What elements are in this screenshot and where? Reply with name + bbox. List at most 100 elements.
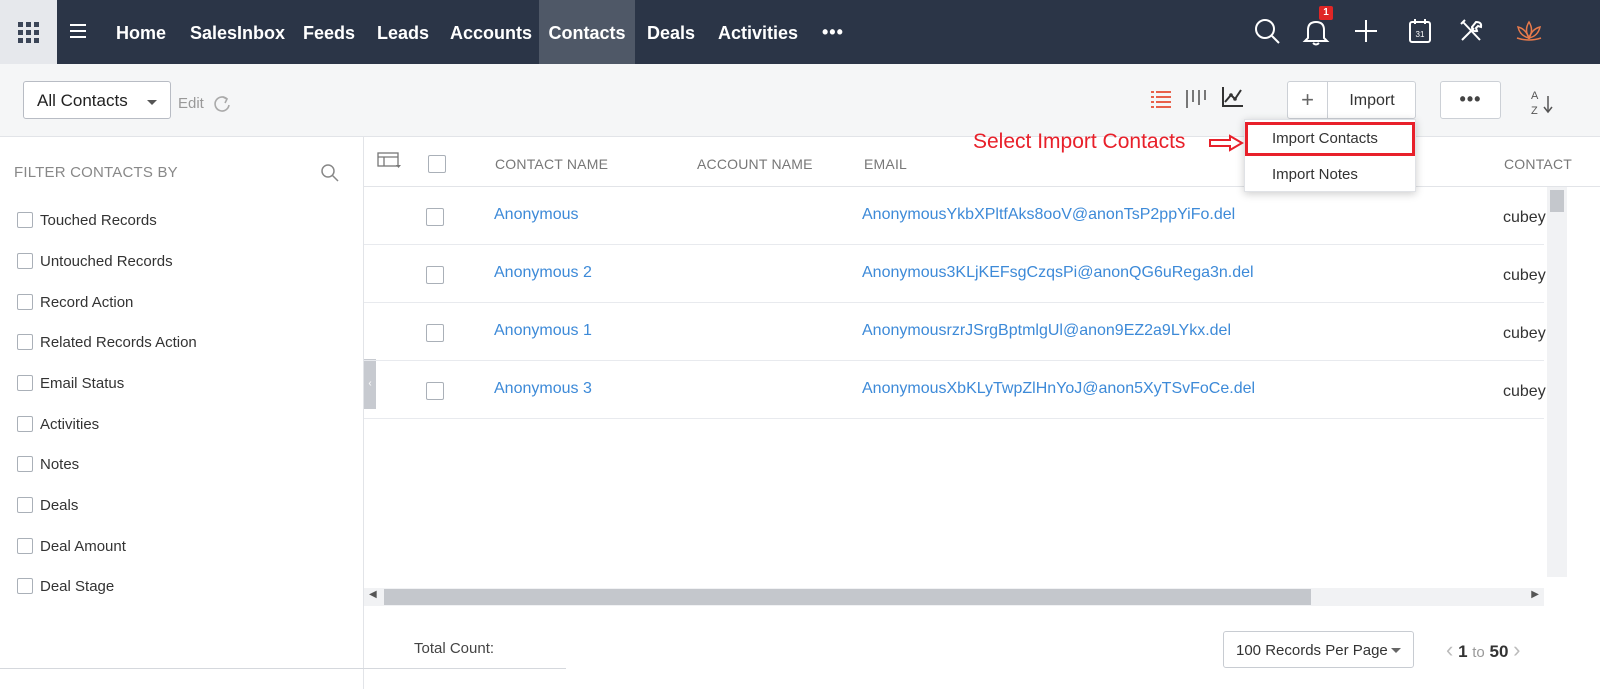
sort-az-icon[interactable]: A Z	[1528, 87, 1556, 117]
nav-tab-deals[interactable]: Deals	[635, 0, 707, 64]
filter-label: Deal Amount	[40, 537, 126, 555]
import-button[interactable]: Import	[1329, 82, 1415, 118]
edit-view-link[interactable]: Edit	[178, 95, 204, 112]
row-checkbox[interactable]	[426, 324, 444, 342]
contact-name-link[interactable]: Anonymous 1	[494, 322, 592, 340]
import-notes-menu-item[interactable]: Import Notes	[1245, 158, 1415, 192]
filter-deals[interactable]: Deals	[17, 494, 78, 516]
create-contact-button[interactable]: +	[1288, 82, 1328, 118]
contact-owner-cell: cubey	[1503, 325, 1546, 342]
filter-record-action[interactable]: Record Action	[17, 291, 133, 313]
filter-notes[interactable]: Notes	[17, 453, 79, 475]
contact-owner-cell: cubey	[1503, 209, 1546, 226]
nav-tab-salesinbox[interactable]: SalesInbox	[178, 0, 297, 64]
tools-icon[interactable]	[1454, 14, 1488, 48]
table-row: Anonymous AnonymousYkbXPltfAks8ooV@anonT…	[364, 187, 1546, 245]
records-per-page-label: 100 Records Per Page	[1236, 642, 1388, 659]
filter-checkbox[interactable]	[17, 578, 33, 594]
vertical-scrollbar[interactable]	[1547, 187, 1567, 577]
lotus-logo-icon[interactable]	[1512, 14, 1546, 48]
contact-owner-cell: cubey	[1503, 383, 1546, 400]
search-icon[interactable]	[320, 163, 340, 183]
apps-grid-icon[interactable]	[0, 0, 57, 64]
top-navigation-bar: Home SalesInbox Feeds Leads Accounts Con…	[0, 0, 1600, 64]
list-view-icon[interactable]	[1148, 86, 1174, 112]
row-checkbox[interactable]	[426, 208, 444, 226]
contact-name-link[interactable]: Anonymous 3	[494, 380, 592, 398]
horizontal-scrollbar[interactable]: ◀ ▶	[364, 588, 1544, 606]
contact-owner-cell: cubey	[1503, 267, 1546, 284]
email-link[interactable]: Anonymous3KLjKEFsgCzqsPi@anonQG6uRega3n.…	[862, 264, 1254, 282]
filter-label: Activities	[40, 415, 100, 433]
filter-touched-records[interactable]: Touched Records	[17, 209, 157, 231]
total-count-label: Total Count:	[414, 640, 495, 657]
filter-deal-amount[interactable]: Deal Amount	[17, 535, 126, 557]
nav-tab-home[interactable]: Home	[104, 0, 178, 64]
nav-tab-accounts[interactable]: Accounts	[438, 0, 544, 64]
contact-name-link[interactable]: Anonymous	[494, 206, 579, 224]
filter-checkbox[interactable]	[17, 497, 33, 513]
page-end: 50	[1489, 642, 1509, 661]
next-page-icon[interactable]: ›	[1513, 637, 1520, 662]
contacts-table: CONTACT NAME ACCOUNT NAME EMAIL CONTACT …	[364, 137, 1600, 589]
more-actions-button[interactable]: •••	[1440, 81, 1501, 119]
column-header-contact-name[interactable]: CONTACT NAME	[495, 156, 608, 172]
filter-checkbox[interactable]	[17, 334, 33, 350]
scrollbar-thumb[interactable]	[1550, 190, 1564, 212]
calendar-icon[interactable]: 31	[1403, 14, 1437, 48]
nav-more-button[interactable]: •••	[822, 22, 844, 43]
nav-tab-contacts[interactable]: Contacts	[539, 0, 635, 64]
table-row: Anonymous 1 AnonymousrzrJSrgBptmlgUl@ano…	[364, 303, 1546, 361]
filter-checkbox[interactable]	[17, 294, 33, 310]
row-checkbox[interactable]	[426, 266, 444, 284]
column-header-contact[interactable]: CONTACT	[1504, 156, 1572, 172]
tutorial-annotation: Select Import Contacts	[973, 130, 1186, 153]
filter-checkbox[interactable]	[17, 538, 33, 554]
plus-icon[interactable]	[1349, 14, 1383, 48]
email-link[interactable]: AnonymousXbKLyTwpZlHnYoJ@anon5XyTSvFoCe.…	[862, 380, 1255, 398]
import-contacts-menu-item[interactable]: Import Contacts	[1245, 122, 1415, 156]
chevron-down-icon	[1391, 648, 1401, 653]
select-all-checkbox[interactable]	[428, 155, 446, 173]
filter-checkbox[interactable]	[17, 375, 33, 391]
filter-label: Notes	[40, 455, 80, 473]
filter-heading: FILTER CONTACTS BY	[14, 164, 178, 181]
table-row: Anonymous 2 Anonymous3KLjKEFsgCzqsPi@ano…	[364, 245, 1546, 303]
filter-label: Record Action	[40, 293, 134, 311]
previous-page-icon[interactable]: ‹	[1446, 637, 1453, 662]
scroll-right-icon[interactable]: ▶	[1531, 589, 1539, 600]
view-selector-dropdown[interactable]: All Contacts	[23, 81, 171, 119]
filter-checkbox[interactable]	[17, 456, 33, 472]
scroll-left-icon[interactable]: ◀	[369, 589, 377, 600]
chart-view-icon[interactable]	[1219, 84, 1245, 110]
table-row: Anonymous 3 AnonymousXbKLyTwpZlHnYoJ@ano…	[364, 361, 1546, 419]
column-header-email[interactable]: EMAIL	[864, 156, 907, 172]
nav-tab-leads[interactable]: Leads	[365, 0, 441, 64]
scrollbar-thumb[interactable]	[384, 589, 1311, 605]
table-footer: Total Count: 100 Records Per Page ‹ 1 to…	[364, 606, 1600, 689]
filter-deal-stage[interactable]: Deal Stage	[17, 575, 114, 597]
email-link[interactable]: AnonymousrzrJSrgBptmlgUl@anon9EZ2a9LYkx.…	[862, 322, 1231, 340]
records-per-page-dropdown[interactable]: 100 Records Per Page	[1223, 631, 1414, 668]
kanban-view-icon[interactable]	[1182, 86, 1208, 112]
hamburger-icon[interactable]	[70, 24, 86, 38]
contact-name-link[interactable]: Anonymous 2	[494, 264, 592, 282]
calendar-day-number: 31	[1416, 30, 1425, 39]
column-settings-icon[interactable]	[377, 151, 403, 171]
filter-email-status[interactable]: Email Status	[17, 372, 124, 394]
filter-related-records-action[interactable]: Related Records Action	[17, 331, 197, 353]
row-checkbox[interactable]	[426, 382, 444, 400]
nav-tab-activities[interactable]: Activities	[706, 0, 810, 64]
email-link[interactable]: AnonymousYkbXPltfAks8ooV@anonTsP2ppYiFo.…	[862, 206, 1235, 224]
search-icon[interactable]	[1250, 14, 1284, 48]
filter-label: Untouched Records	[40, 252, 173, 270]
page-start: 1	[1458, 642, 1468, 661]
filter-untouched-records[interactable]: Untouched Records	[17, 250, 173, 272]
column-header-account-name[interactable]: ACCOUNT NAME	[697, 156, 813, 172]
filter-checkbox[interactable]	[17, 212, 33, 228]
filter-activities[interactable]: Activities	[17, 413, 99, 435]
filter-checkbox[interactable]	[17, 253, 33, 269]
refresh-icon[interactable]	[212, 94, 232, 114]
nav-tab-feeds[interactable]: Feeds	[291, 0, 367, 64]
filter-checkbox[interactable]	[17, 416, 33, 432]
